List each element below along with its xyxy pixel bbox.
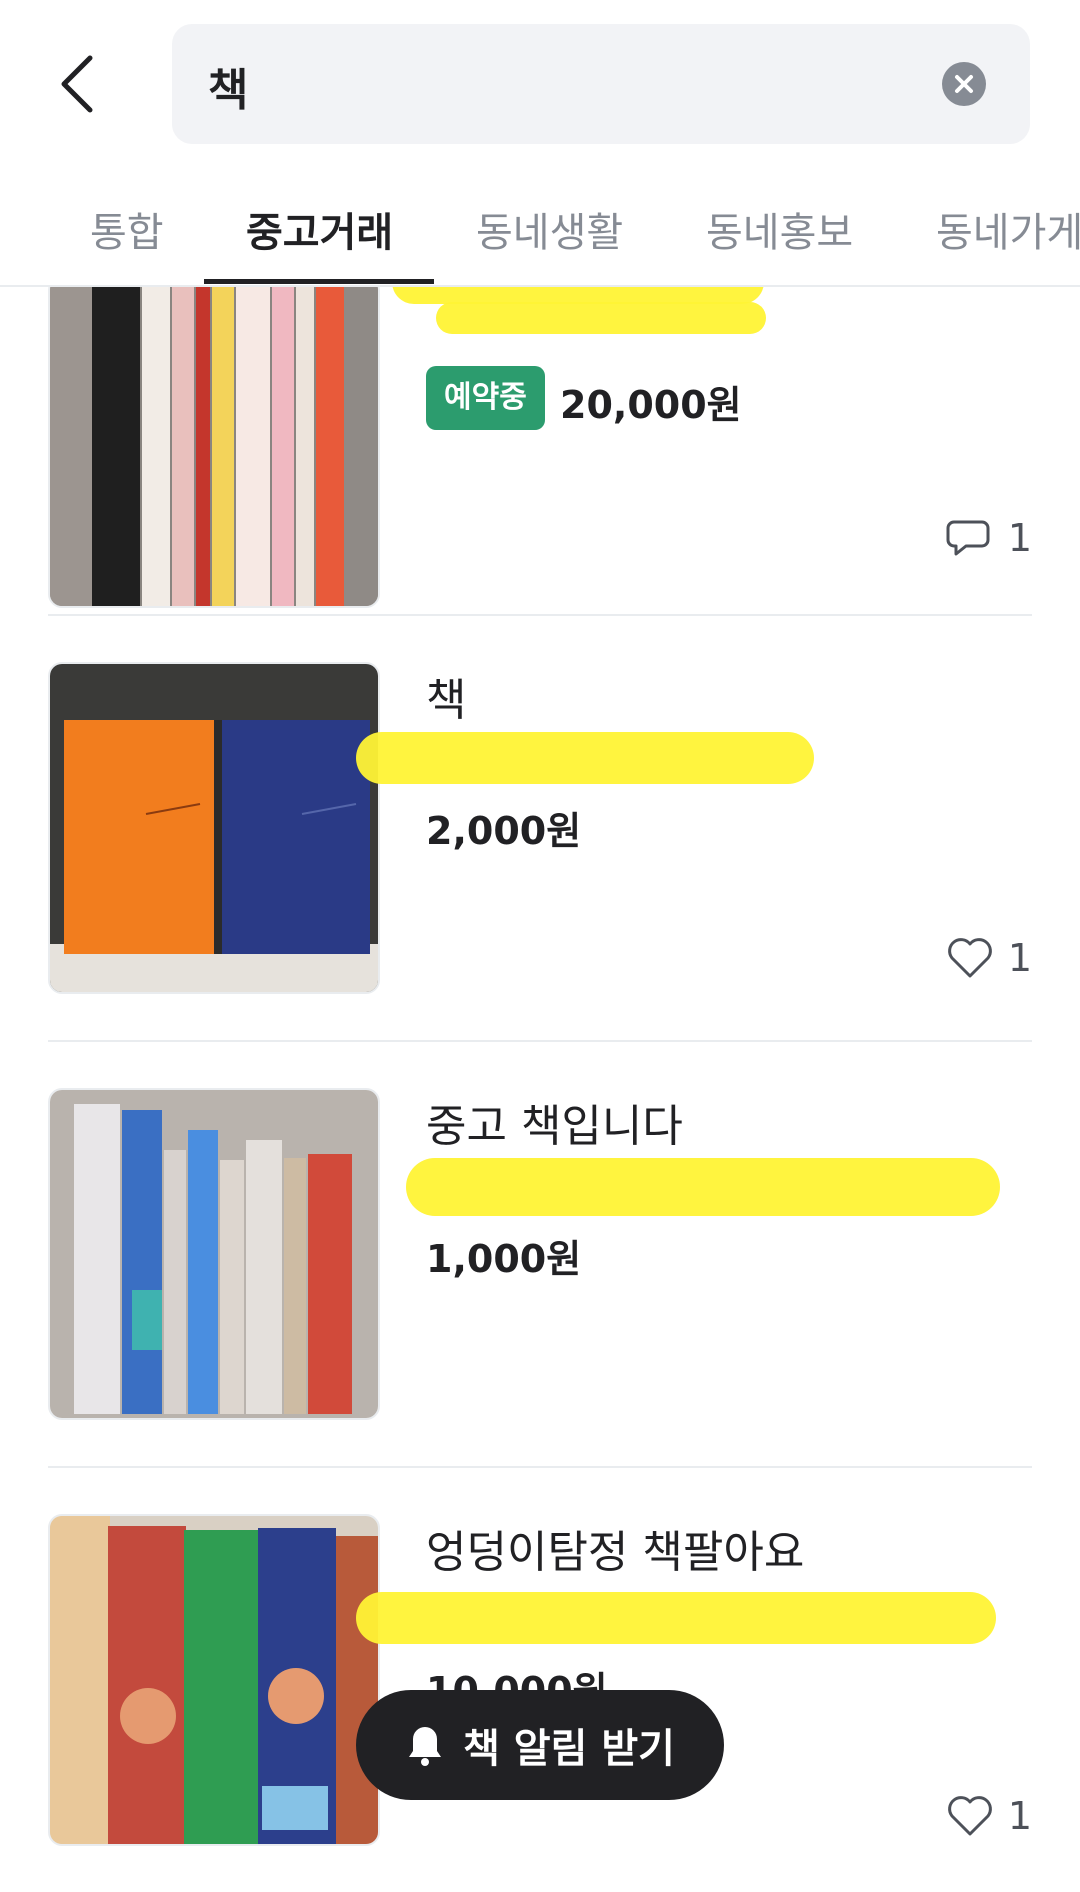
chevron-left-icon: [61, 55, 93, 113]
search-tabs: 통합 중고거래 동네생활 동네홍보 동네가게: [0, 190, 1080, 285]
tab-neighborhood-life[interactable]: 동네생활: [476, 200, 623, 258]
active-tab-indicator: [204, 279, 434, 284]
search-input[interactable]: 책: [172, 24, 1030, 144]
redacted-text-highlight: [406, 1158, 1000, 1216]
search-query: 책: [208, 65, 249, 116]
heart-icon: [947, 1796, 992, 1836]
list-item[interactable]: 중고 책입니다 1,000원: [0, 1040, 1080, 1466]
item-title: 책: [426, 675, 467, 726]
item-title: 엉덩이탐정 책팔아요: [426, 1527, 805, 1578]
like-count: 1: [1007, 936, 1032, 980]
list-item[interactable]: 책 2,000원 1: [0, 614, 1080, 1040]
item-meta: 1: [946, 1794, 1032, 1838]
item-price: 2,000원: [426, 809, 582, 853]
chat-icon: [946, 520, 990, 556]
redacted-text-highlight: [356, 732, 814, 784]
item-price: 1,000원: [426, 1237, 582, 1281]
keyword-alert-label: 책 알림 받기: [463, 1726, 675, 1772]
redacted-text-highlight: [356, 1592, 996, 1644]
clear-search-button[interactable]: [942, 62, 986, 106]
item-thumbnail: [48, 276, 380, 608]
close-icon: [955, 75, 973, 93]
item-thumbnail: [48, 1514, 380, 1846]
tab-used-trade[interactable]: 중고거래: [246, 200, 393, 258]
keyword-alert-button[interactable]: 책 알림 받기: [356, 1690, 724, 1800]
like-count: 1: [1007, 1794, 1032, 1838]
tab-integrated[interactable]: 통합: [90, 200, 164, 258]
chat-count: 1: [1007, 516, 1032, 560]
list-item[interactable]: 엉덩이탐정 책팔아요 10,000원 1: [0, 1466, 1080, 1892]
tab-neighborhood-store[interactable]: 동네가게: [936, 200, 1080, 258]
back-button[interactable]: [52, 48, 112, 120]
status-badge: 예약중: [426, 366, 545, 430]
bell-icon: [409, 1727, 442, 1766]
redacted-text-highlight: [436, 302, 766, 334]
item-title: 중고 책입니다: [426, 1101, 683, 1152]
item-thumbnail: [48, 1088, 380, 1420]
item-thumbnail: [48, 662, 380, 994]
tab-neighborhood-promo[interactable]: 동네홍보: [706, 200, 853, 258]
item-price: 20,000원: [560, 383, 742, 427]
item-meta: 1: [946, 516, 1032, 560]
heart-icon: [947, 938, 992, 978]
search-header: 책 통합 중고거래 동네생활 동네홍보 동네가게: [0, 0, 1080, 287]
item-meta: 1: [946, 936, 1032, 980]
